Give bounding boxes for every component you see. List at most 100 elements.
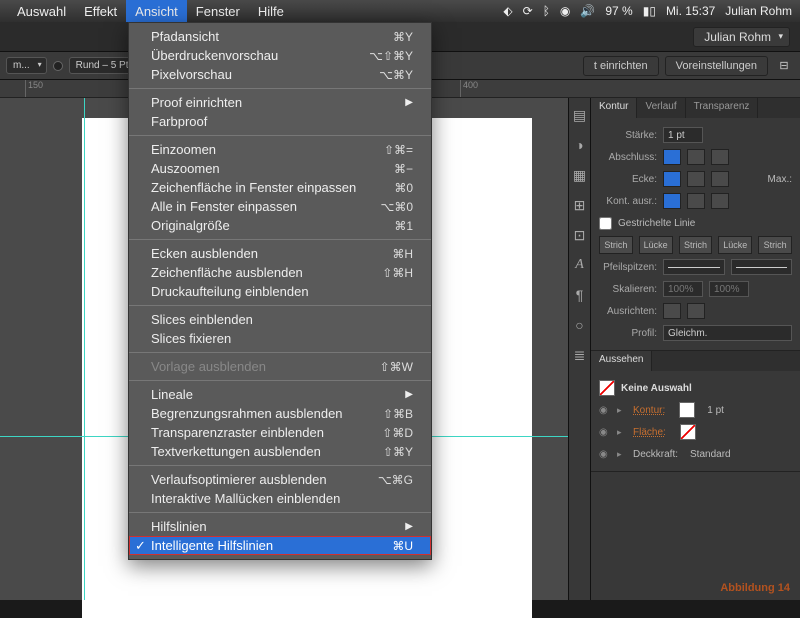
color-icon[interactable]: ◑ — [571, 136, 589, 154]
menu-item[interactable]: Verlaufsoptimierer ausblenden⌥⌘G — [129, 470, 431, 489]
submenu-arrow-icon: ▶ — [405, 97, 413, 108]
menu-item[interactable]: Textverkettungen ausblenden⇧⌘Y — [129, 442, 431, 461]
align-outside[interactable] — [711, 193, 729, 209]
dash-segment[interactable]: Strich — [758, 236, 792, 254]
menu-item[interactable]: Begrenzungsrahmen ausblenden⇧⌘B — [129, 404, 431, 423]
menu-item-label: Transparenzraster einblenden — [151, 425, 324, 440]
menu-item[interactable]: Pixelvorschau ⌥⌘Y — [129, 65, 431, 84]
dash-segment[interactable]: Lücke — [718, 236, 752, 254]
chip-fill[interactable]: m... — [6, 57, 47, 74]
tab-stroke[interactable]: Kontur — [591, 98, 637, 118]
menu-item[interactable]: Auszoomen⌘− — [129, 159, 431, 178]
appearance-row[interactable]: ◉▸Deckkraft:Standard — [599, 443, 792, 465]
disclosure-icon[interactable]: ▸ — [617, 427, 627, 438]
menu-item-label: Überdruckenvorschau — [151, 48, 278, 63]
profile-field[interactable]: Gleichm. — [663, 325, 792, 341]
menu-item[interactable]: Proof einrichten▶ — [129, 93, 431, 112]
menu-item[interactable]: Originalgröße⌘1 — [129, 216, 431, 235]
shortcut: ⌥⌘Y — [379, 68, 413, 82]
prefs-button[interactable]: Voreinstellungen — [665, 56, 768, 76]
appearance-panel: Aussehen Keine Auswahl ◉▸Kontur:1 pt◉▸Fl… — [591, 351, 800, 472]
disclosure-icon[interactable]: ▸ — [617, 449, 627, 460]
corner-bevel[interactable] — [711, 171, 729, 187]
menu-item[interactable]: Alle in Fenster einpassen⌥⌘0 — [129, 197, 431, 216]
disclosure-icon[interactable]: ▸ — [617, 405, 627, 416]
visibility-icon[interactable]: ◉ — [599, 405, 611, 416]
guide-vertical[interactable] — [84, 98, 85, 600]
menu-item-label: Interaktive Mallücken einblenden — [151, 491, 340, 506]
brushes-icon[interactable]: ⊞ — [571, 196, 589, 214]
setup-button[interactable]: t einrichten — [583, 56, 659, 76]
cap-butt[interactable] — [663, 149, 681, 165]
tab-gradient[interactable]: Verlauf — [637, 98, 685, 118]
menu-item[interactable]: Überdruckenvorschau⌥⇧⌘Y — [129, 46, 431, 65]
arrows-label: Pfeilspitzen: — [599, 262, 657, 273]
scale-end[interactable]: 100% — [709, 281, 749, 297]
user-name: Julian Rohm — [725, 4, 792, 18]
appearance-swatch[interactable] — [679, 402, 695, 418]
cap-round[interactable] — [687, 149, 705, 165]
menu-item[interactable]: Pfadansicht⌘Y — [129, 27, 431, 46]
menu-hilfe[interactable]: Hilfe — [249, 0, 293, 22]
menu-item[interactable]: Interaktive Mallücken einblenden — [129, 489, 431, 508]
arrow-end[interactable] — [731, 259, 793, 275]
menu-item[interactable]: Ecken ausblenden⌘H — [129, 244, 431, 263]
dash-segment[interactable]: Strich — [679, 236, 713, 254]
align-end[interactable] — [687, 303, 705, 319]
corner-round[interactable] — [687, 171, 705, 187]
align-center[interactable] — [663, 193, 681, 209]
menu-item-label: Einzoomen — [151, 142, 216, 157]
properties-icon[interactable]: ▤ — [571, 106, 589, 124]
submenu-arrow-icon: ▶ — [405, 521, 413, 532]
align-inside[interactable] — [687, 193, 705, 209]
paragraph-icon[interactable]: ¶ — [571, 286, 589, 304]
menu-item[interactable]: ✓Intelligente Hilfslinien⌘U — [129, 536, 431, 555]
menu-auswahl[interactable]: Auswahl — [8, 0, 75, 22]
appearance-value: Standard — [690, 449, 731, 460]
shortcut: ⇧⌘B — [383, 407, 413, 421]
shortcut: ⌥⌘G — [378, 473, 413, 487]
shortcut: ⇧⌘D — [382, 426, 413, 440]
align-icon[interactable]: ⊟ — [774, 59, 794, 72]
menu-item[interactable]: Slices fixieren — [129, 329, 431, 348]
menu-item[interactable]: Zeichenfläche in Fenster einpassen⌘0 — [129, 178, 431, 197]
menu-item[interactable]: Druckaufteilung einblenden — [129, 282, 431, 301]
layers-icon[interactable]: ≣ — [571, 346, 589, 364]
dashed-checkbox[interactable] — [599, 217, 612, 230]
symbols-icon[interactable]: ⊡ — [571, 226, 589, 244]
menu-item[interactable]: Lineale▶ — [129, 385, 431, 404]
opacity-icon[interactable]: ○ — [571, 316, 589, 334]
tab-transparency[interactable]: Transparenz — [686, 98, 759, 118]
menu-ansicht[interactable]: Ansicht — [126, 0, 187, 22]
user-button[interactable]: Julian Rohm — [693, 27, 790, 47]
appearance-row[interactable]: ◉▸Fläche: — [599, 421, 792, 443]
cap-projecting[interactable] — [711, 149, 729, 165]
visibility-icon[interactable]: ◉ — [599, 449, 611, 460]
dash-segment[interactable]: Lücke — [639, 236, 673, 254]
appearance-row[interactable]: ◉▸Kontur:1 pt — [599, 399, 792, 421]
dash-segment[interactable]: Strich — [599, 236, 633, 254]
scale-start[interactable]: 100% — [663, 281, 703, 297]
align-tip[interactable] — [663, 303, 681, 319]
shortcut: ⌘H — [392, 247, 413, 261]
shortcut: ⇧⌘= — [384, 143, 413, 157]
type-icon[interactable]: A — [571, 256, 589, 274]
stroke-panel: Kontur Verlauf Transparenz Stärke:1 pt A… — [591, 98, 800, 351]
weight-field[interactable]: 1 pt — [663, 127, 703, 143]
tab-appearance[interactable]: Aussehen — [591, 351, 652, 371]
arrow-start[interactable] — [663, 259, 725, 275]
menu-item[interactable]: Zeichenfläche ausblenden⇧⌘H — [129, 263, 431, 282]
menu-item-label: Pixelvorschau — [151, 67, 232, 82]
menu-fenster[interactable]: Fenster — [187, 0, 249, 22]
menu-item[interactable]: Slices einblenden — [129, 310, 431, 329]
dropbox-icon: ⬖ — [503, 4, 512, 18]
appearance-swatch[interactable] — [680, 424, 696, 440]
menu-item[interactable]: Farbproof — [129, 112, 431, 131]
menu-item[interactable]: Transparenzraster einblenden ⇧⌘D — [129, 423, 431, 442]
menu-item[interactable]: Hilfslinien▶ — [129, 517, 431, 536]
menu-effekt[interactable]: Effekt — [75, 0, 126, 22]
swatches-icon[interactable]: ▦ — [571, 166, 589, 184]
menu-item[interactable]: Einzoomen ⇧⌘= — [129, 140, 431, 159]
visibility-icon[interactable]: ◉ — [599, 427, 611, 438]
corner-miter[interactable] — [663, 171, 681, 187]
